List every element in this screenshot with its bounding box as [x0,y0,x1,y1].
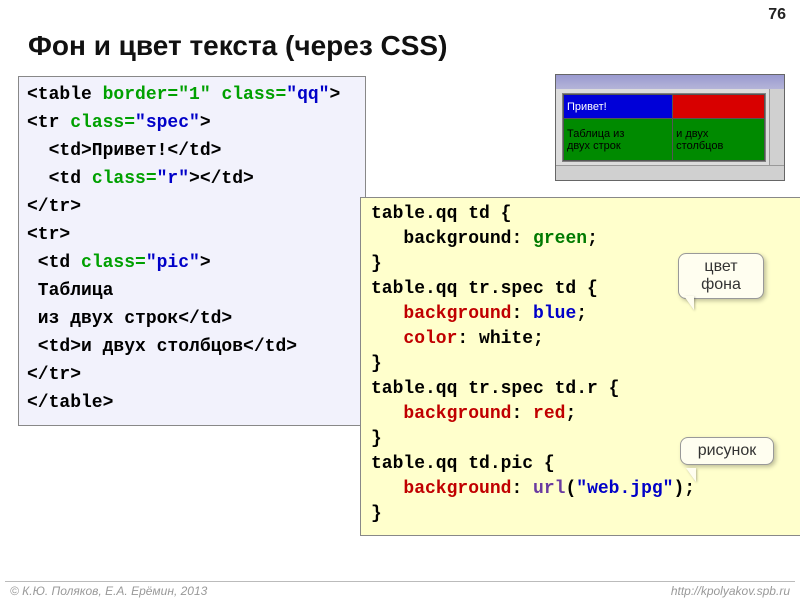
preview-titlebar [556,75,784,89]
scrollbar-horizontal[interactable] [556,165,784,180]
footer-divider [5,581,795,582]
code-line: table.qq td { [371,204,511,224]
preview-table: Привет! Таблица из двух строк и двух сто… [563,94,765,161]
code-line: } [371,254,382,274]
code-line: <td class="r"></td> [27,169,254,189]
code-line: } [371,354,382,374]
code-line: table.qq tr.spec td { [371,279,598,299]
cell-hello: Привет! [564,95,673,119]
css-code-block: table.qq td { background: green; } table… [360,197,800,536]
code-line: background: blue; [371,304,587,324]
code-line: </tr> [27,365,81,385]
callout-text: фона [689,276,753,294]
table-row: Привет! [564,95,765,119]
code-line: } [371,504,382,524]
cell-red [673,95,765,119]
preview-content: Привет! Таблица из двух строк и двух сто… [562,93,766,162]
code-line: <td class="pic"> [27,253,211,273]
code-line: background: red; [371,404,576,424]
html-code-block: <table border="1" class="qq"> <tr class=… [18,76,366,426]
code-line: background: url("web.jpg"); [371,479,695,499]
code-line: <tr class="spec"> [27,113,211,133]
code-line: } [371,429,382,449]
code-line: </tr> [27,197,81,217]
code-line: из двух строк</td> [27,309,232,329]
callout-text: рисунок [691,442,763,460]
code-line: </table> [27,393,113,413]
page-number: 76 [768,6,786,24]
table-row: Таблица из двух строк и двух столбцов [564,119,765,161]
code-line: table.qq tr.spec td.r { [371,379,619,399]
callout-tail-icon [686,468,696,482]
code-line: Таблица [27,281,113,301]
scrollbar-vertical[interactable] [769,89,784,166]
callout-picture: рисунок [680,437,774,465]
code-line: <table border="1" class="qq"> [27,85,340,105]
callout-bg-color: цвет фона [678,253,764,299]
code-line: background: green; [371,229,598,249]
code-line: <td>и двух столбцов</td> [27,337,297,357]
preview-window: Привет! Таблица из двух строк и двух сто… [555,74,785,181]
callout-text: цвет [689,258,753,276]
slide-title: Фон и цвет текста (через CSS) [28,30,447,62]
footer-copyright: © К.Ю. Поляков, Е.А. Ерёмин, 2013 [10,584,207,598]
cell-pic: Таблица из двух строк [564,119,673,161]
code-line: color: white; [371,329,544,349]
code-line: <tr> [27,225,70,245]
code-line: <td>Привет!</td> [27,141,221,161]
footer-url: http://kpolyakov.spb.ru [671,584,790,598]
code-line: table.qq td.pic { [371,454,555,474]
cell-plain: и двух столбцов [673,119,765,161]
callout-tail-icon [684,296,694,310]
